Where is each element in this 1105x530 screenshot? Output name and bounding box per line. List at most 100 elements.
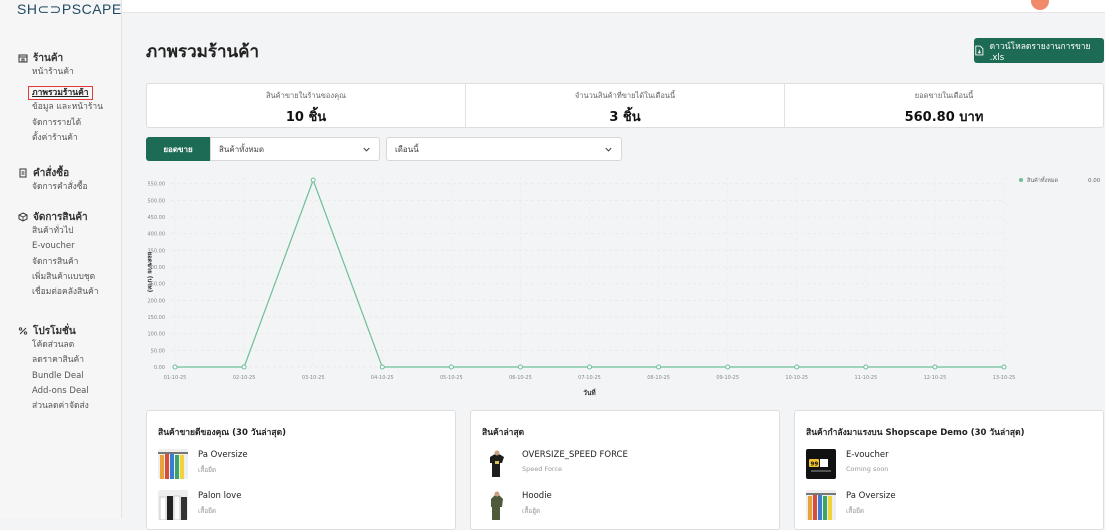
sidebar-item-store-settings[interactable]: ตั้งค่าร้านค้า [32, 131, 103, 146]
sidebar: SH⊂⊃PSCAPE ร้านค้า หน้าร้านค้า ภาพรวมร้า… [0, 0, 122, 518]
data-point [379, 364, 385, 370]
stat-label: จำนวนสินค้าที่ขายได้ในเดือนนี้ [574, 91, 676, 100]
sales-chart-svg: 0.0050.00100.00150.00200.00250.00300.003… [146, 176, 1101, 397]
data-point [448, 364, 454, 370]
x-tick-label: 08-10-25 [647, 375, 670, 381]
stat-label: ยอดขายในเดือนนี้ [914, 91, 974, 100]
stats-panel: สินค้าขายในร้านของคุณ 10 ชิ้น จำนวนสินค้… [146, 83, 1104, 128]
period-select[interactable]: เดือนนี้ [386, 137, 622, 161]
legend-marker [1019, 178, 1023, 182]
x-tick-label: 06-10-25 [509, 375, 532, 381]
sidebar-item-bundle-deal[interactable]: Bundle Deal [32, 369, 89, 384]
y-tick-label: 550.00 [148, 182, 166, 188]
product-name: Pa Oversize [198, 450, 248, 460]
store-icon [18, 54, 28, 63]
stat-monthly-sales: ยอดขายในเดือนนี้ 560.80 บาท [785, 84, 1103, 127]
x-tick-label: 13-10-25 [993, 375, 1016, 381]
data-point [1001, 364, 1007, 370]
x-tick-label: 01-10-25 [164, 375, 187, 381]
sidebar-item-store-overview[interactable]: ภาพรวมร้านค้า [28, 86, 93, 101]
product-select[interactable]: สินค้าทั้งหมด [210, 137, 380, 161]
sidebar-item-warehouse[interactable]: เชื่อมต่อคลังสินค้า [32, 285, 99, 300]
y-tick-label: 500.00 [148, 198, 166, 204]
sidebar-item-discount-code[interactable]: โค้ดส่วนลด [32, 338, 89, 353]
product-thumbnail [158, 449, 188, 479]
product-category: Coming soon [846, 465, 889, 473]
latest-products-card: สินค้าล่าสุด OVERSIZE_SPEED FORCE Speed … [470, 410, 780, 530]
card-title: สินค้าล่าสุด [482, 428, 525, 438]
product-thumbnail [806, 490, 836, 520]
data-point [241, 364, 247, 370]
x-tick-label: 11-10-25 [854, 375, 877, 381]
x-tick-label: 07-10-25 [578, 375, 601, 381]
download-icon [975, 45, 984, 56]
stat-label: สินค้าขายในร้านของคุณ [265, 91, 347, 100]
sidebar-item-shipping-discount[interactable]: ส่วนลดค่าจัดส่ง [32, 399, 89, 414]
stat-value: 560.80 บาท [904, 110, 984, 125]
sales-tab-button[interactable]: ยอดขาย [146, 137, 210, 161]
sidebar-item-product-sale[interactable]: ลดราคาสินค้า [32, 353, 89, 368]
product-thumbnail [158, 490, 188, 520]
x-tick-label: 05-10-25 [440, 375, 463, 381]
product-item[interactable]: Pa Oversize เสื้อยืด [158, 449, 248, 479]
sidebar-item-storefront[interactable]: หน้าร้านค้า [32, 65, 103, 80]
sidebar-item-store-info[interactable]: ข้อมูล และหน้าร้าน [32, 100, 103, 115]
brand-logo[interactable]: SH⊂⊃PSCAPE [17, 1, 122, 18]
nav-section-orders: คำสั่งซื้อ จัดการคำสั่งซื้อ [18, 166, 88, 195]
x-axis-label: วันที่ [583, 387, 595, 397]
product-item[interactable]: OVERSIZE_SPEED FORCE Speed Force [482, 449, 628, 479]
product-name: Hoodie [522, 491, 552, 501]
nav-section-promotion: โปรโมชั่น โค้ดส่วนลด ลดราคาสินค้า Bundle… [18, 324, 89, 414]
order-icon [19, 168, 27, 178]
y-axis-label: ยอดขาย (บาท) [146, 252, 153, 293]
nav-section-store: ร้านค้า หน้าร้านค้า ภาพรวมร้านค้า ข้อมูล… [18, 51, 103, 146]
y-tick-label: 50.00 [151, 348, 165, 354]
nav-section-products: จัดการสินค้า สินค้าทั่วไป E-voucher จัดก… [18, 210, 99, 300]
product-category: เสื้อยืด [198, 466, 217, 474]
card-title: สินค้าขายดีของคุณ (30 วันล่าสุด) [158, 428, 286, 438]
x-tick-label: 02-10-25 [233, 375, 256, 381]
sidebar-item-bundle-products[interactable]: เพิ่มสินค้าแบบชุด [32, 270, 99, 285]
stat-value: 3 ชิ้น [609, 110, 641, 125]
data-point [310, 177, 316, 183]
sidebar-item-evoucher[interactable]: E-voucher [32, 239, 99, 254]
product-category: เสื้อยืด [198, 507, 217, 515]
data-point [587, 364, 592, 370]
product-name: Pa Oversize [846, 491, 896, 501]
avatar[interactable] [1031, 0, 1049, 10]
product-name: OVERSIZE_SPEED FORCE [522, 450, 628, 460]
nav-head-store: ร้านค้า [18, 51, 103, 65]
y-tick-label: 400.00 [148, 232, 166, 238]
promotion-icon [18, 327, 28, 335]
data-point [794, 364, 800, 370]
product-item[interactable]: Pa Oversize เสื้อยืด [806, 490, 896, 520]
stat-products-in-store: สินค้าขายในร้านของคุณ 10 ชิ้น [147, 84, 466, 127]
y-tick-label: 200.00 [148, 298, 166, 304]
product-category: เสื้อฮู้ด [522, 507, 541, 515]
data-point [863, 364, 869, 370]
download-report-button[interactable]: ดาวน์โหลดรายงานการขาย .xls [974, 38, 1104, 63]
product-item[interactable]: Hoodie เสื้อฮู้ด [482, 490, 552, 520]
data-point [932, 364, 938, 370]
page-title: ภาพรวมร้านค้า [146, 42, 260, 62]
product-thumbnail: 99 [806, 449, 836, 479]
svg-text:99: 99 [811, 462, 819, 468]
y-tick-label: 100.00 [148, 332, 166, 338]
chevron-down-icon [605, 147, 612, 152]
sidebar-item-manage-orders[interactable]: จัดการคำสั่งซื้อ [32, 180, 88, 195]
x-tick-label: 03-10-25 [302, 375, 325, 381]
sidebar-item-general-products[interactable]: สินค้าทั่วไป [32, 224, 99, 239]
product-item[interactable]: 99 E-voucher Coming soon [806, 449, 889, 479]
nav-head-promotion: โปรโมชั่น [18, 324, 89, 338]
product-category: Speed Force [522, 465, 563, 473]
data-point [656, 364, 662, 370]
top-bar [122, 0, 1105, 13]
sidebar-item-revenue[interactable]: จัดการรายได้ [32, 116, 103, 131]
y-tick-label: 450.00 [148, 215, 166, 221]
sidebar-item-manage-products[interactable]: จัดการสินค้า [32, 255, 99, 270]
product-name: E-voucher [846, 450, 889, 460]
stat-items-sold: จำนวนสินค้าที่ขายได้ในเดือนนี้ 3 ชิ้น [466, 84, 785, 127]
product-item[interactable]: Palon love เสื้อยืด [158, 490, 241, 520]
sales-chart: 0.00 50.00 100.00 150.00 200.00 250.00 300.00 3… [122, 165, 1105, 405]
sidebar-item-addons-deal[interactable]: Add-ons Deal [32, 384, 89, 399]
